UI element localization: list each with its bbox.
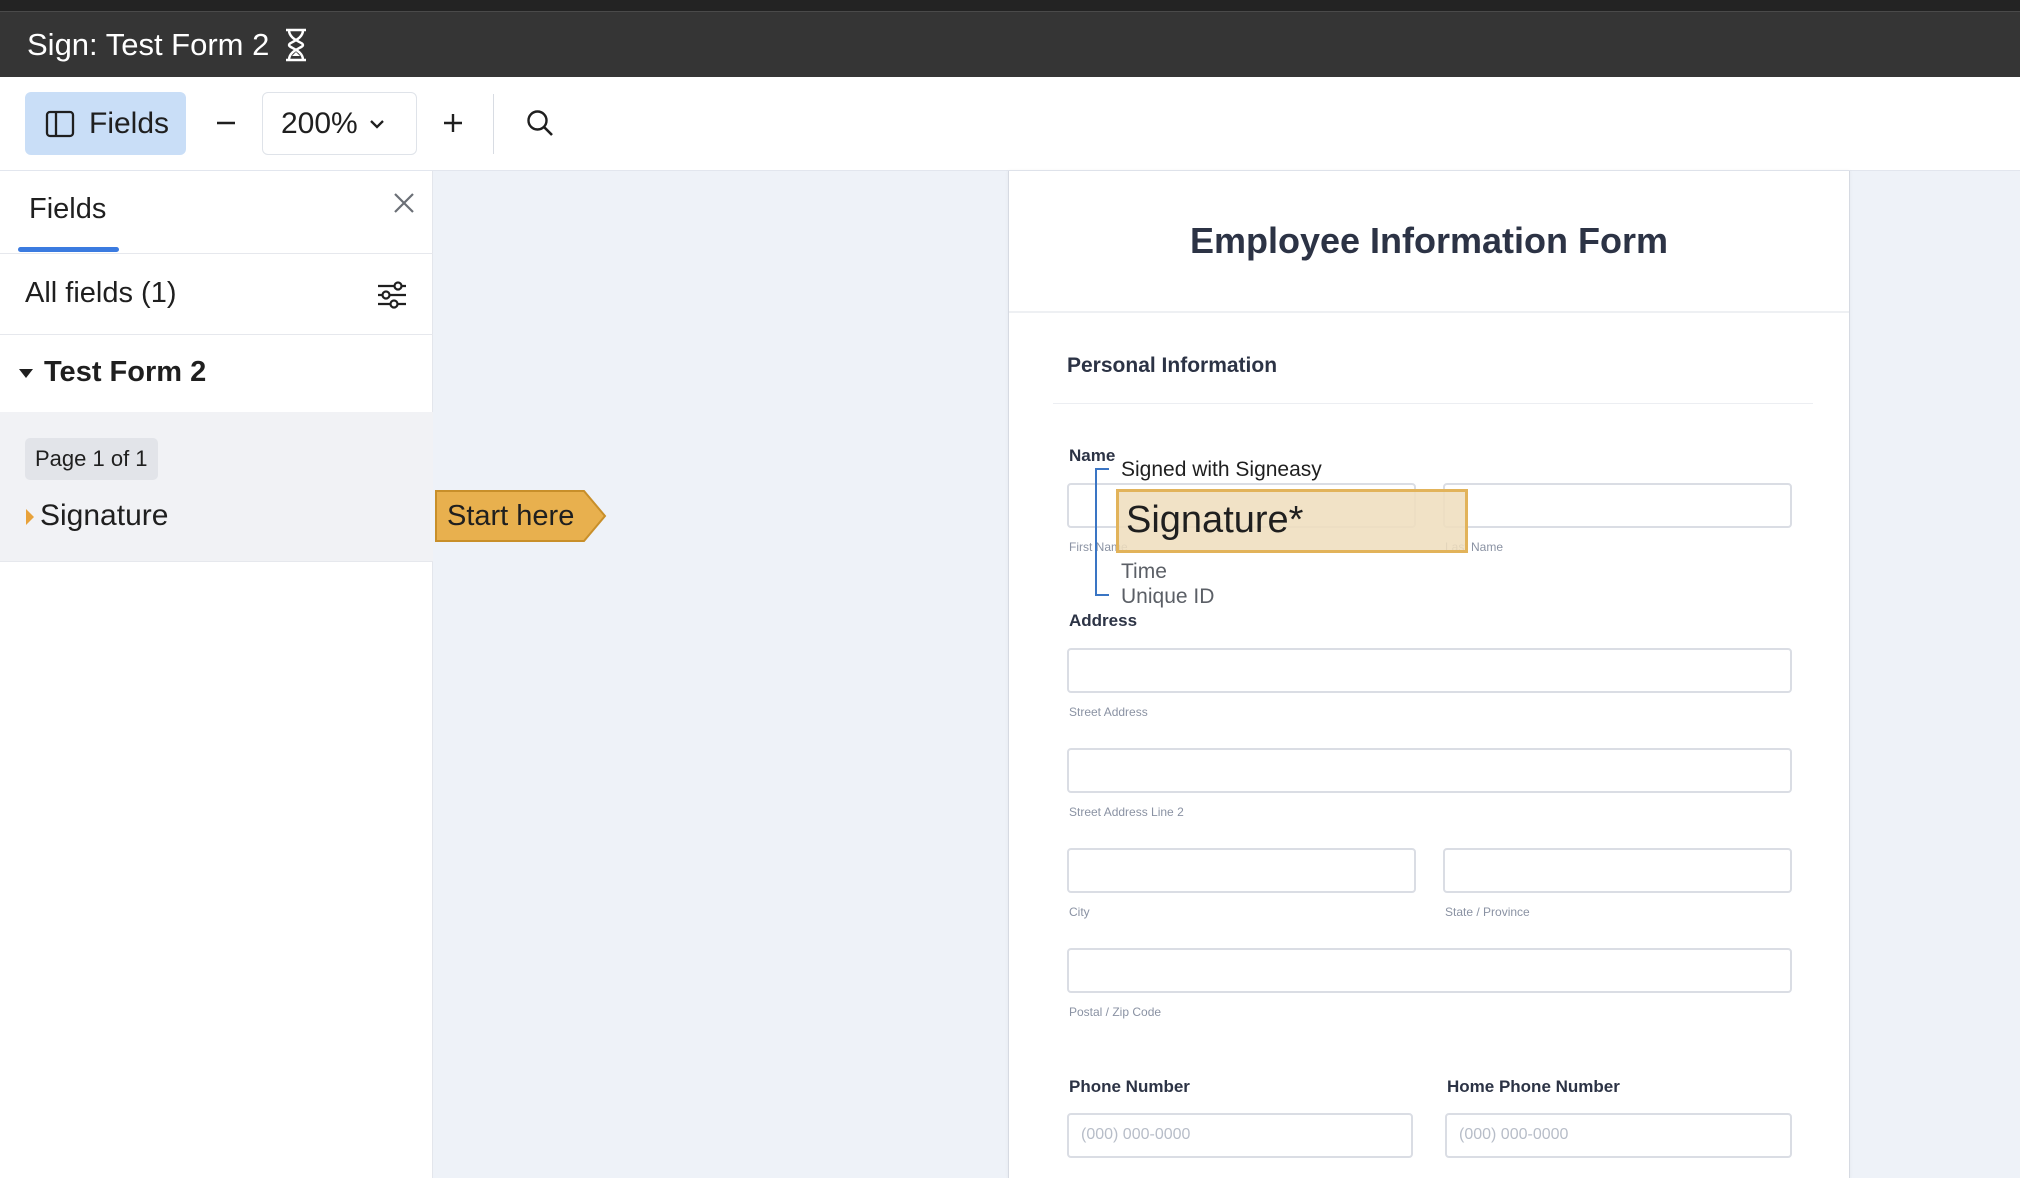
street-address-sublabel: Street Address xyxy=(1069,705,1148,719)
zip-sublabel: Postal / Zip Code xyxy=(1069,1005,1162,1019)
fields-button-label: Fields xyxy=(89,106,170,140)
tab-fields[interactable]: Fields xyxy=(29,193,106,226)
home-phone-placeholder: (000) 000-0000 xyxy=(1459,1126,1569,1143)
city-field[interactable] xyxy=(1067,848,1416,893)
zoom-value: 200% xyxy=(281,106,358,140)
address-label: Address xyxy=(1069,611,1138,630)
home-phone-label: Home Phone Number xyxy=(1447,1077,1620,1096)
street-address-line2-field[interactable] xyxy=(1067,748,1792,793)
toolbar-divider xyxy=(493,94,494,154)
signature-field-item[interactable]: Signature xyxy=(0,492,433,546)
title-bar: Sign: Test Form 2 xyxy=(0,12,2020,77)
caret-down-icon xyxy=(19,369,33,378)
sliders-icon xyxy=(378,281,406,309)
chevron-down-icon xyxy=(369,119,384,129)
close-icon xyxy=(394,193,414,213)
street-address-field[interactable] xyxy=(1067,648,1792,693)
signed-with-label: Signed with Signeasy xyxy=(1121,458,1322,481)
caret-right-icon xyxy=(26,509,34,525)
phone-label: Phone Number xyxy=(1069,1077,1190,1096)
plus-icon xyxy=(444,114,462,132)
zoom-out-button[interactable] xyxy=(205,95,247,151)
sidebar-panel-icon xyxy=(45,110,75,137)
last-name-field[interactable] xyxy=(1443,483,1792,528)
state-sublabel: State / Province xyxy=(1445,905,1530,919)
state-field[interactable] xyxy=(1443,848,1792,893)
page-header: Employee Information Form xyxy=(1009,171,1849,313)
minus-icon xyxy=(217,121,235,125)
document-name: Test Form 2 xyxy=(44,356,207,388)
all-fields-label: All fields (1) xyxy=(25,277,177,309)
document-title: Employee Information Form xyxy=(1189,220,1669,261)
hourglass-icon xyxy=(283,28,309,62)
sidebar-tab-bar: Fields xyxy=(0,171,433,254)
zip-field[interactable] xyxy=(1067,948,1792,993)
section-title: Personal Information xyxy=(1067,354,1278,377)
document-page: Employee Information Form Personal Infor… xyxy=(1008,171,1850,1178)
toolbar: Fields 200% xyxy=(0,77,2020,171)
name-label: Name xyxy=(1069,446,1116,465)
fields-panel-toggle-button[interactable]: Fields xyxy=(25,92,186,155)
page-group: Page 1 of 1 Signature xyxy=(0,412,433,562)
fields-sidebar: Fields All fields (1) Test Form 2 Page 1… xyxy=(0,171,433,1178)
street-address-line2-sublabel: Street Address Line 2 xyxy=(1069,805,1184,819)
window-top-strip xyxy=(0,0,2020,12)
signature-time-label: Time xyxy=(1121,560,1167,583)
document-group-toggle[interactable]: Test Form 2 xyxy=(0,336,433,412)
window-title: Sign: Test Form 2 xyxy=(27,26,270,62)
search-icon xyxy=(527,110,553,136)
start-here-tag[interactable]: Start here xyxy=(433,489,608,543)
section-divider xyxy=(1053,403,1813,404)
home-phone-field[interactable]: (000) 000-0000 xyxy=(1445,1113,1792,1158)
signature-field-placeholder: Signature* xyxy=(1126,499,1304,541)
phone-placeholder: (000) 000-0000 xyxy=(1081,1126,1191,1143)
city-sublabel: City xyxy=(1069,905,1090,919)
filter-button[interactable] xyxy=(374,277,410,313)
close-sidebar-button[interactable] xyxy=(389,188,419,218)
all-fields-row: All fields (1) xyxy=(0,255,433,335)
start-here-label: Start here xyxy=(447,500,575,532)
zoom-in-button[interactable] xyxy=(432,95,474,151)
search-button[interactable] xyxy=(517,95,563,151)
signature-unique-id-label: Unique ID xyxy=(1121,585,1215,608)
signature-field-label: Signature xyxy=(40,499,169,532)
active-tab-indicator xyxy=(18,247,119,252)
phone-field[interactable]: (000) 000-0000 xyxy=(1067,1113,1413,1158)
signature-field[interactable]: Signature* xyxy=(1116,489,1468,553)
zoom-select[interactable]: 200% xyxy=(262,92,417,155)
signature-bracket xyxy=(1095,468,1109,596)
page-badge: Page 1 of 1 xyxy=(25,438,158,480)
